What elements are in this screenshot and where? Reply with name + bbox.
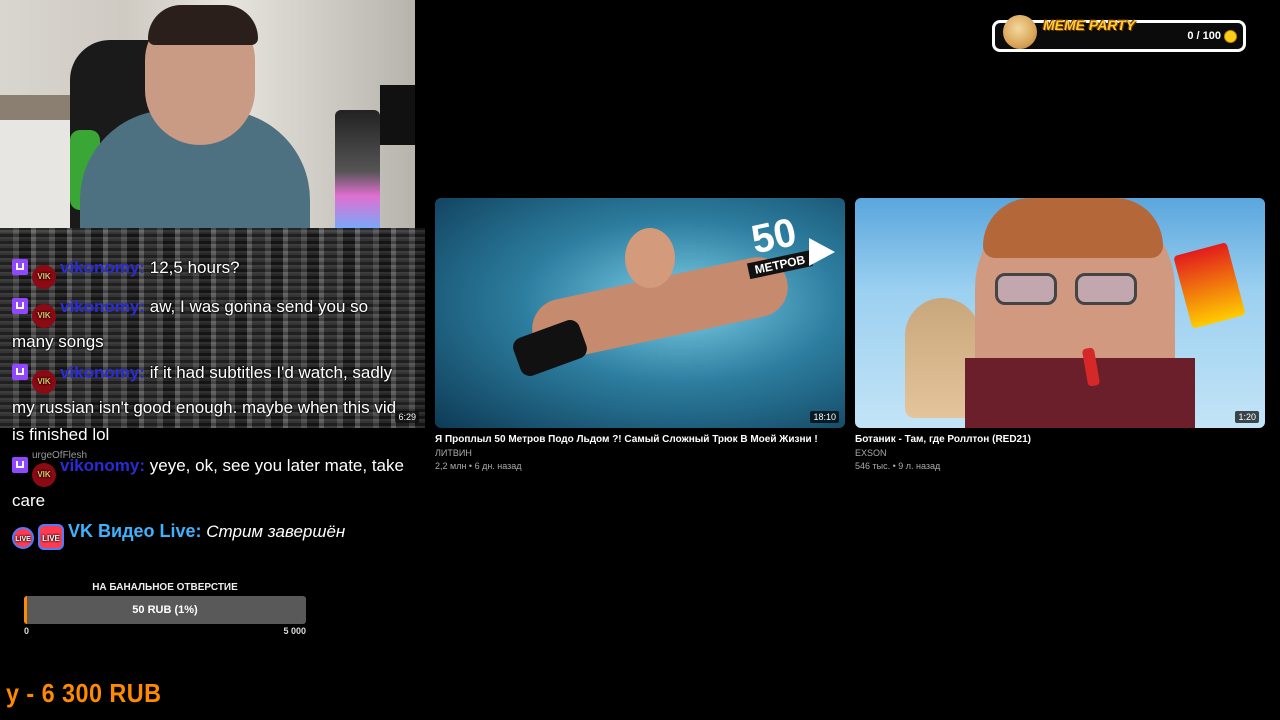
chat-username: vikonomy: bbox=[60, 258, 146, 277]
video-card[interactable]: 1:20 Ботаник - Там, где Роллтон (RED21) … bbox=[855, 198, 1265, 471]
chat-username: vikonomy: bbox=[60, 363, 146, 382]
video-thumbnail[interactable]: 50 МЕТРОВ 18:10 bbox=[435, 198, 845, 428]
man-shirt bbox=[965, 358, 1195, 428]
mic-mount bbox=[380, 85, 415, 145]
chat-message: VIK vikonomy: 12,5 hours? bbox=[12, 254, 412, 289]
vk-badge-icon: VIK bbox=[32, 370, 56, 394]
goal-progress-bar: 50 RUB (1%) bbox=[24, 596, 306, 624]
meme-party-count: 0 / 100 bbox=[1187, 30, 1221, 42]
meme-party-title: MEME PARTY bbox=[1043, 17, 1136, 33]
chat-overlay: VIK vikonomy: 12,5 hours? VIK vikonomy: aw… bbox=[12, 254, 412, 554]
vk-live-icon: LIVE bbox=[38, 524, 64, 550]
swimmer-shorts bbox=[510, 317, 590, 379]
video-channel[interactable]: ЛИТВИН bbox=[435, 448, 845, 458]
twitch-icon bbox=[12, 364, 28, 380]
live-icon: LIVE bbox=[12, 527, 34, 549]
chat-username: vikonomy: bbox=[60, 297, 146, 316]
webcam-feed bbox=[0, 0, 415, 233]
coin-icon bbox=[1224, 30, 1237, 43]
video-meta: 2,2 млн • 6 дн. назад bbox=[435, 461, 522, 471]
chat-username: vikonomy: bbox=[60, 456, 146, 475]
video-meta: 546 тыс. • 9 л. назад bbox=[855, 461, 941, 471]
donation-goal: НА БАНАЛЬНОЕ ОТВЕРСТИЕ 50 RUB (1%) 0 5 0… bbox=[24, 582, 306, 636]
streamer-hair bbox=[148, 5, 258, 45]
video-title[interactable]: Ботаник - Там, где Роллтон (RED21) bbox=[855, 434, 1265, 445]
twitch-icon bbox=[12, 457, 28, 473]
twitch-icon bbox=[12, 298, 28, 314]
chat-message: VIK vikonomy: if it had subtitles I'd wat… bbox=[12, 359, 412, 448]
chat-message: VIK vikonomy: yeye, ok, see you later mat… bbox=[12, 452, 412, 514]
system-message: LIVE LIVE VK Видео Live: Стрим завершён bbox=[12, 518, 412, 550]
goal-scale: 0 5 000 bbox=[24, 626, 306, 636]
chat-text: 12,5 hours? bbox=[149, 258, 240, 277]
video-channel[interactable]: EXSON bbox=[855, 448, 1265, 458]
meme-party-widget: MEME PARTY 0 / 100 bbox=[992, 15, 1246, 52]
vk-badge-icon: VIK bbox=[32, 265, 56, 289]
donation-ticker: y - 6 300 RUB bbox=[6, 678, 162, 708]
arrow-right-icon bbox=[809, 238, 835, 266]
system-username: VK Видео Live: bbox=[68, 521, 202, 541]
video-thumbnail[interactable]: 1:20 bbox=[855, 198, 1265, 428]
video-card[interactable]: 50 МЕТРОВ 18:10 Я Проплыл 50 Метров Подо… bbox=[435, 198, 845, 471]
chat-message: VIK vikonomy: aw, I was gonna send you so… bbox=[12, 293, 412, 355]
goal-title: НА БАНАЛЬНОЕ ОТВЕРСТИЕ bbox=[92, 582, 238, 593]
sunglasses bbox=[995, 273, 1145, 307]
doge-icon bbox=[1003, 15, 1037, 49]
man-hair bbox=[983, 198, 1163, 258]
goal-progress-text: 50 RUB (1%) bbox=[132, 604, 198, 616]
system-text: Стрим завершён bbox=[206, 522, 346, 541]
goal-min: 0 bbox=[24, 626, 30, 636]
video-duration: 18:10 bbox=[810, 411, 839, 423]
swimmer-head bbox=[625, 228, 675, 288]
twitch-icon bbox=[12, 259, 28, 275]
goal-max: 5 000 bbox=[283, 626, 306, 636]
vk-badge-icon: VIK bbox=[32, 304, 56, 328]
microphone bbox=[335, 110, 380, 233]
video-duration: 1:20 bbox=[1235, 411, 1259, 423]
noodle-pack bbox=[1173, 242, 1246, 329]
video-title[interactable]: Я Проплыл 50 Метров Подо Льдом ?! Самый … bbox=[435, 434, 845, 445]
vk-badge-icon: VIK bbox=[32, 463, 56, 487]
